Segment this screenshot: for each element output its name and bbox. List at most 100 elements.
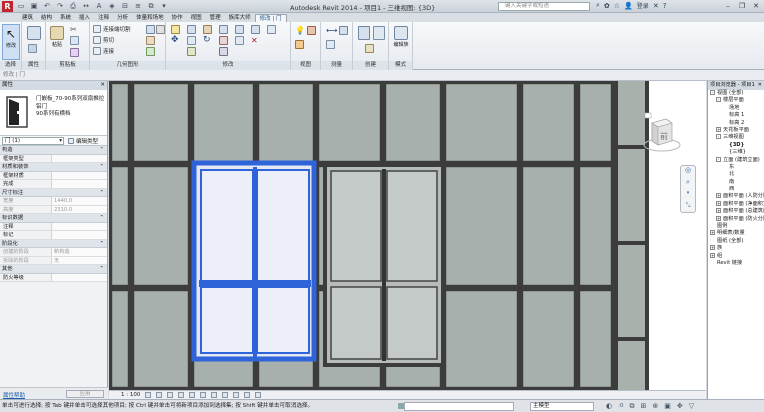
sign-in-label[interactable]: 登录 — [637, 1, 649, 10]
property-group-header[interactable]: 其他 ⌃ — [0, 265, 107, 274]
property-value[interactable] — [52, 154, 107, 162]
browser-node[interactable]: + 族 — [708, 245, 764, 252]
browser-node[interactable]: +面积平面 (人防分区面积) — [708, 193, 764, 200]
property-row[interactable]: 创建的阶段 新构造 — [0, 248, 107, 257]
property-value[interactable]: 无 — [52, 256, 107, 264]
subscription-icon[interactable]: ✿ — [604, 2, 610, 10]
paint-icon[interactable] — [146, 47, 155, 56]
expand-icon[interactable]: + — [710, 245, 715, 251]
close-icon[interactable]: ✕ — [757, 81, 762, 90]
star-icon[interactable]: ☆ — [614, 2, 620, 10]
editable-icon[interactable]: ◐ — [606, 400, 612, 412]
cope-row[interactable]: 连接端切割 — [93, 25, 131, 33]
expand-icon[interactable]: + — [710, 230, 715, 236]
ribbon-tab-11[interactable]: 修改 | 门 — [254, 14, 287, 22]
create-group-icon[interactable] — [373, 26, 385, 40]
lock-view-icon[interactable] — [222, 392, 229, 398]
ribbon-tab-9[interactable]: 管理 — [206, 14, 225, 22]
close-icon[interactable]: ✕ — [750, 1, 762, 11]
sun-path-icon[interactable] — [167, 392, 174, 398]
select-links-icon[interactable]: ⧉ — [629, 400, 634, 412]
property-value[interactable]: 1440.0 — [52, 197, 107, 205]
user-icon[interactable]: 👤 — [624, 2, 633, 10]
reveal-hidden-icon[interactable] — [244, 392, 251, 398]
expand-icon[interactable]: + — [716, 208, 721, 214]
help-icon[interactable]: ? — [663, 2, 667, 10]
demolish-icon[interactable] — [156, 25, 165, 34]
property-group-header[interactable]: 阶段化 ⌃ — [0, 239, 107, 248]
analytical-icon[interactable] — [255, 392, 262, 398]
ribbon-tab-3[interactable]: 插入 — [75, 14, 94, 22]
browser-node[interactable]: +面积平面 (总建筑面积) — [708, 208, 764, 215]
3d-view-icon[interactable]: ◈ — [107, 1, 117, 11]
delete-icon[interactable]: ✕ — [251, 36, 260, 45]
home-icon[interactable] — [644, 112, 652, 119]
align-icon[interactable] — [171, 25, 180, 34]
array-icon[interactable] — [219, 47, 228, 56]
split-face-icon[interactable] — [146, 36, 155, 45]
drag-on-selection-icon[interactable]: ✥ — [677, 400, 683, 412]
property-group-header[interactable]: 标识数据 ⌃ — [0, 214, 107, 223]
collapse-icon[interactable]: - — [716, 134, 721, 140]
cut-icon[interactable]: ✂ — [70, 25, 79, 34]
property-row[interactable]: 框架类型 — [0, 154, 107, 163]
mirror-draw-icon[interactable] — [203, 25, 212, 34]
type-properties-icon[interactable] — [28, 44, 37, 53]
browser-node[interactable]: 南 — [708, 179, 764, 186]
property-value[interactable] — [52, 231, 107, 239]
print-icon[interactable]: ⎙ — [68, 1, 78, 11]
select-pinned-icon[interactable]: ⊕ — [652, 400, 658, 412]
pan-icon[interactable]: ⤡ — [681, 202, 695, 214]
expand-icon[interactable]: + — [716, 126, 721, 132]
property-group-header[interactable]: 构造 ⌃ — [0, 146, 107, 155]
offset-icon[interactable] — [187, 25, 196, 34]
collapse-icon[interactable]: ⌃ — [100, 265, 104, 274]
close-icon[interactable]: ✕ — [100, 81, 105, 90]
browser-node[interactable]: +面积平面 (防火分区面积) — [708, 215, 764, 223]
workset-dropdown[interactable] — [404, 402, 514, 411]
property-value[interactable]: 2310.0 — [52, 205, 107, 213]
browser-node[interactable]: 标高 2 — [708, 120, 764, 127]
collapse-icon[interactable]: ⌃ — [100, 146, 104, 155]
browser-node[interactable]: - 楼层平面 — [708, 97, 764, 104]
property-row[interactable]: 防火等级 — [0, 273, 107, 282]
dimension-icon[interactable] — [339, 26, 348, 35]
open-icon[interactable]: ▭ — [16, 1, 26, 11]
crop-view-icon[interactable] — [200, 392, 207, 398]
edit-family-button[interactable]: 编辑族 — [392, 24, 410, 60]
property-value[interactable] — [52, 273, 107, 281]
trim-icon[interactable] — [219, 25, 228, 34]
switch-window-icon[interactable]: ▾ — [159, 1, 169, 11]
detail-level-icon[interactable] — [145, 392, 152, 398]
trim-multi-icon[interactable] — [235, 25, 244, 34]
text-icon[interactable]: A — [94, 1, 104, 11]
ribbon-tab-1[interactable]: 结构 — [37, 14, 56, 22]
property-row[interactable]: 高度 2310.0 — [0, 205, 107, 214]
shadows-icon[interactable] — [178, 392, 185, 398]
collapse-icon[interactable]: ⌃ — [100, 163, 104, 172]
expand-icon[interactable]: + — [716, 193, 721, 199]
property-row[interactable]: 完成 — [0, 180, 107, 189]
revit-logo-icon[interactable]: R — [2, 1, 13, 12]
property-row[interactable]: 注释 — [0, 222, 107, 231]
property-row[interactable]: 拆除的阶段无 — [0, 256, 107, 265]
property-row[interactable]: 宽度 1440.0 — [0, 197, 107, 206]
copy-icon[interactable] — [70, 36, 79, 45]
property-value[interactable] — [52, 171, 107, 179]
select-underlay-icon[interactable]: ⊞ — [640, 400, 646, 412]
browser-node[interactable]: 标高 1 — [708, 112, 764, 119]
select-by-face-icon[interactable]: ▣ — [664, 400, 671, 412]
create-assembly-icon[interactable] — [358, 26, 370, 40]
match-type-icon[interactable] — [70, 48, 79, 57]
copy-element-icon[interactable] — [187, 36, 196, 45]
property-value[interactable] — [52, 180, 107, 188]
property-row[interactable]: 框架材质 — [0, 171, 107, 180]
apply-button[interactable]: 应用 — [66, 390, 104, 398]
expand-icon[interactable]: + — [710, 252, 715, 258]
ribbon-tab-4[interactable]: 注释 — [94, 14, 113, 22]
property-value[interactable]: 新构造 — [52, 248, 107, 256]
edit-type-button[interactable]: 编辑类型 — [68, 137, 98, 145]
viewcube[interactable]: 前 — [642, 111, 684, 155]
undo-icon[interactable]: ↶ — [42, 1, 52, 11]
ribbon-tab-2[interactable]: 系统 — [56, 14, 75, 22]
